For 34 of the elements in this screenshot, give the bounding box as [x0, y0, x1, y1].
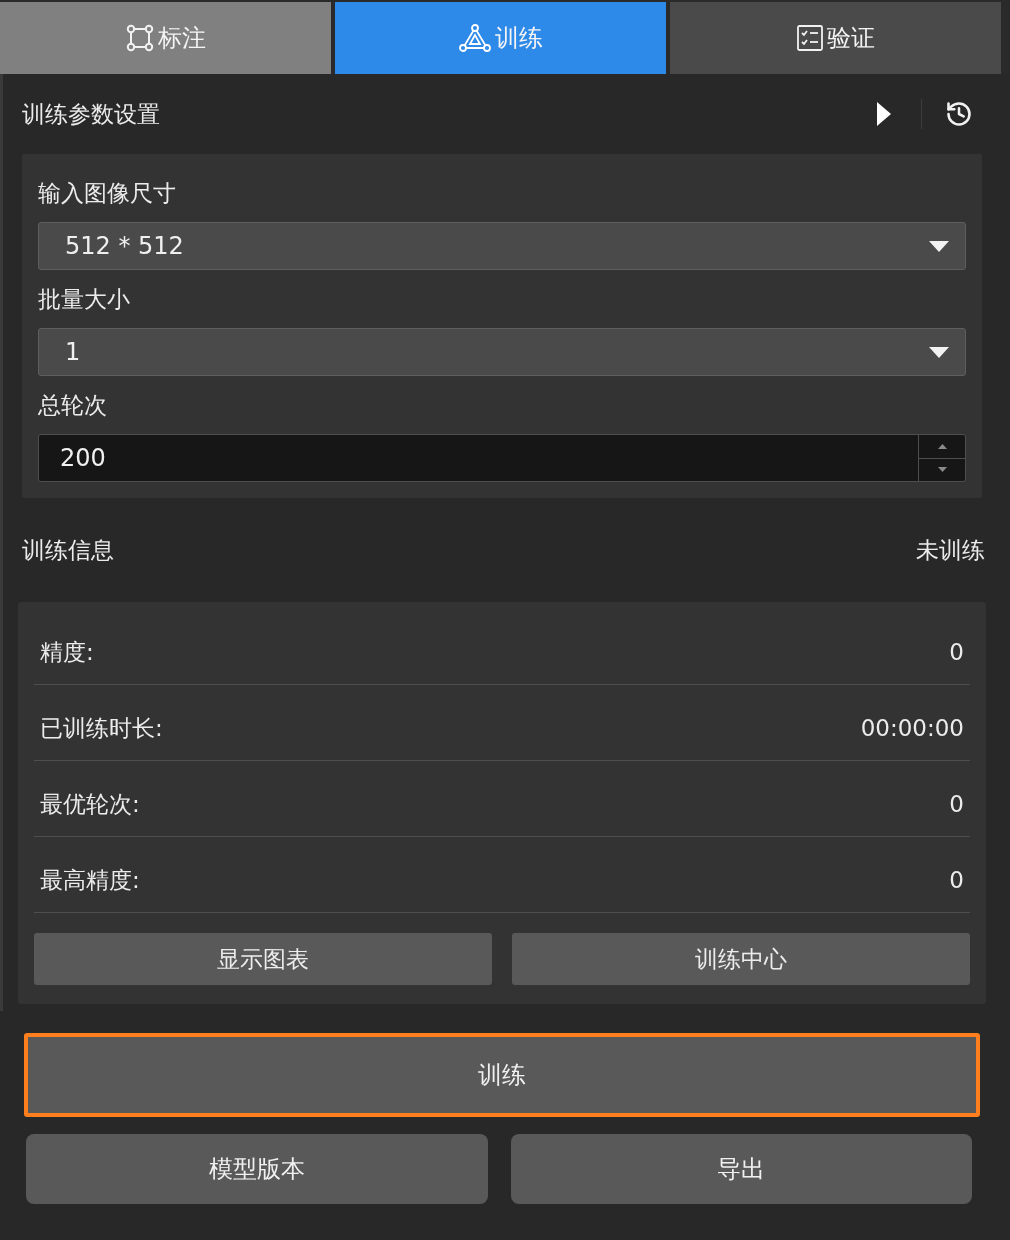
caret-up-icon	[937, 443, 947, 449]
caret-down-icon	[929, 346, 949, 358]
history-icon	[945, 100, 973, 128]
section-title: 训练参数设置	[22, 99, 160, 129]
number-field[interactable]: 200	[38, 434, 966, 482]
training-status: 未训练	[916, 535, 985, 565]
action-button[interactable]: 显示图表	[34, 933, 492, 985]
frame-nodes-icon	[125, 24, 154, 52]
triangle-nodes-icon	[458, 24, 491, 52]
field-label: 输入图像尺寸	[38, 178, 176, 208]
info-label: 已训练时长:	[40, 714, 163, 744]
dropdown-select[interactable]: 512 * 512	[38, 222, 966, 270]
section-title: 训练信息	[22, 535, 114, 565]
tab[interactable]: 训练	[335, 2, 666, 74]
info-value: 0	[949, 638, 964, 668]
info-value: 00:00:00	[860, 714, 964, 744]
action-button[interactable]: 导出	[510, 1134, 972, 1204]
info-label: 精度:	[40, 638, 94, 668]
dropdown-select[interactable]: 1	[38, 328, 966, 376]
caret-down-icon	[937, 467, 947, 473]
caret-down-icon	[929, 240, 949, 252]
field-label: 批量大小	[38, 284, 130, 314]
info-label: 最高精度:	[40, 866, 140, 896]
tab[interactable]: 验证	[670, 2, 1001, 74]
info-value: 0	[949, 790, 964, 820]
field-label: 总轮次	[38, 390, 107, 420]
play-icon	[877, 102, 891, 126]
action-button[interactable]: 训练中心	[512, 933, 970, 985]
info-value: 0	[949, 866, 964, 896]
action-button[interactable]: 模型版本	[26, 1134, 488, 1204]
info-label: 最优轮次:	[40, 790, 140, 820]
train-button[interactable]: 训练	[24, 1033, 980, 1117]
tab[interactable]: 标注	[0, 2, 331, 74]
checklist-icon	[796, 25, 823, 51]
